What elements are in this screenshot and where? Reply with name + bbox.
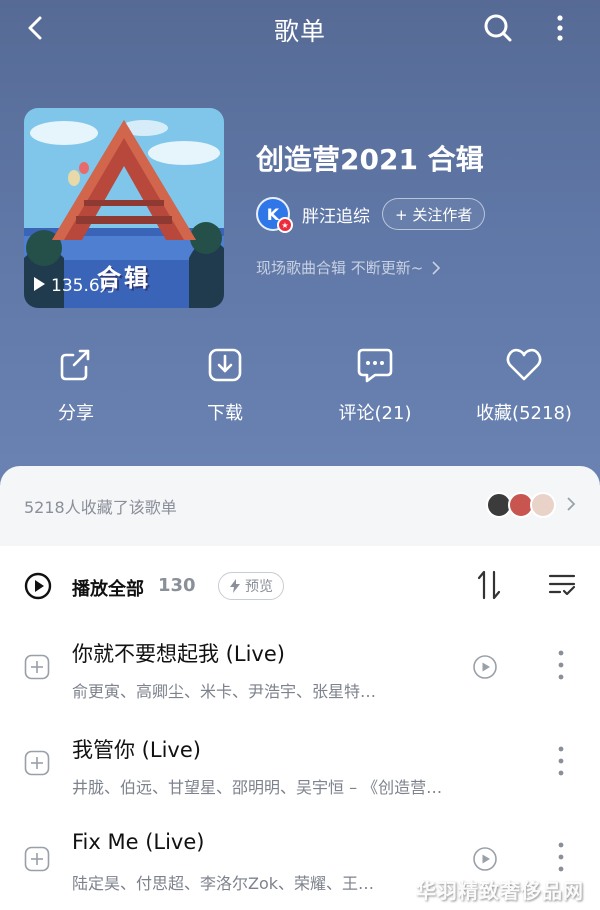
more-vertical-icon[interactable]: [556, 744, 566, 778]
avatar: [530, 492, 556, 518]
play-count-icon: [34, 276, 45, 291]
song-title: Fix Me (Live): [72, 830, 205, 854]
song-row[interactable]: 我管你 (Live) 井胧、伯远、甘望星、邵明明、吴宇恒 – 《创造营…: [0, 722, 600, 818]
more-vertical-icon[interactable]: [548, 12, 572, 44]
playlist-description[interactable]: 现场歌曲合辑 不断更新~: [256, 257, 441, 278]
mv-play-icon[interactable]: [472, 654, 498, 680]
more-vertical-icon[interactable]: [556, 840, 566, 874]
preview-label: 预览: [245, 579, 273, 595]
share-icon: [60, 349, 90, 381]
author-name[interactable]: 胖汪追综: [302, 202, 370, 227]
favorite-label: 收藏(5218): [476, 403, 572, 424]
chevron-right-icon: [432, 260, 441, 275]
preview-button[interactable]: 预览: [218, 572, 284, 600]
multi-select-icon[interactable]: [548, 572, 576, 598]
star-badge-icon: ★: [277, 217, 293, 233]
author-avatar[interactable]: K ★: [256, 197, 293, 233]
play-count: 135.6万: [34, 271, 117, 296]
song-title: 你就不要想起我 (Live): [72, 642, 285, 666]
add-to-list-icon[interactable]: [24, 654, 50, 680]
top-bar: 歌单: [0, 0, 600, 56]
play-all-icon[interactable]: [24, 572, 52, 600]
list-header: 播放全部 130 预览: [0, 546, 600, 626]
lightning-icon: [230, 579, 240, 593]
collectors-row[interactable]: 5218人收藏了该歌单: [0, 466, 600, 546]
collector-avatars: [486, 492, 558, 520]
search-icon[interactable]: [482, 12, 514, 44]
add-to-list-icon[interactable]: [24, 846, 50, 872]
playlist-cover[interactable]: 合辑 135.6万: [24, 108, 224, 308]
playlist-header: 歌单 合辑 135.6万 创造营2021 合辑 K ★ 胖汪追综 + 关注作者 …: [0, 0, 600, 490]
song-artists: 陆定昊、付思超、李洛尔Zok、荣耀、王…: [72, 874, 375, 893]
song-row[interactable]: 你就不要想起我 (Live) 俞更寅、高卿尘、米卡、尹浩宇、张星特…: [0, 626, 600, 722]
collectors-text: 5218人收藏了该歌单: [24, 498, 177, 517]
follow-author-button[interactable]: + 关注作者: [382, 198, 486, 230]
track-list: 播放全部 130 预览 你就不要想起我 (Live) 俞更寅、高卿尘、米卡、尹浩…: [0, 546, 600, 910]
watermark: 华羽精致奢侈品网: [416, 879, 584, 903]
add-to-list-icon[interactable]: [24, 750, 50, 776]
playlist-title: 创造营2021 合辑: [256, 143, 484, 176]
song-artists: 井胧、伯远、甘望星、邵明明、吴宇恒 – 《创造营…: [72, 778, 443, 797]
action-bar: 分享 下载 评论(21) 收藏(5218): [0, 345, 600, 435]
more-vertical-icon[interactable]: [556, 648, 566, 682]
share-button[interactable]: 分享: [6, 345, 146, 425]
play-all-label[interactable]: 播放全部: [72, 575, 144, 601]
play-count-value: 135.6万: [51, 276, 117, 296]
comment-button[interactable]: 评论(21): [305, 345, 445, 425]
description-text: 现场歌曲合辑 不断更新~: [256, 259, 424, 277]
song-artists: 俞更寅、高卿尘、米卡、尹浩宇、张星特…: [72, 682, 377, 701]
sort-icon[interactable]: [476, 568, 502, 602]
share-label: 分享: [58, 403, 94, 424]
comment-icon: [357, 348, 393, 383]
download-label: 下载: [207, 403, 243, 424]
track-count: 130: [158, 575, 196, 596]
author-row: K ★ 胖汪追综 + 关注作者: [256, 194, 486, 234]
song-title: 我管你 (Live): [72, 738, 201, 762]
favorite-button[interactable]: 收藏(5218): [454, 345, 594, 425]
chevron-right-icon: [567, 497, 576, 511]
mv-play-icon[interactable]: [472, 846, 498, 872]
download-icon: [208, 348, 242, 382]
download-button[interactable]: 下载: [155, 345, 295, 425]
heart-icon: [506, 348, 542, 381]
track-sheet: 5218人收藏了该歌单 播放全部 130 预览 你就不要想起我 (Live) 俞…: [0, 466, 600, 910]
comment-label: 评论(21): [338, 403, 412, 424]
